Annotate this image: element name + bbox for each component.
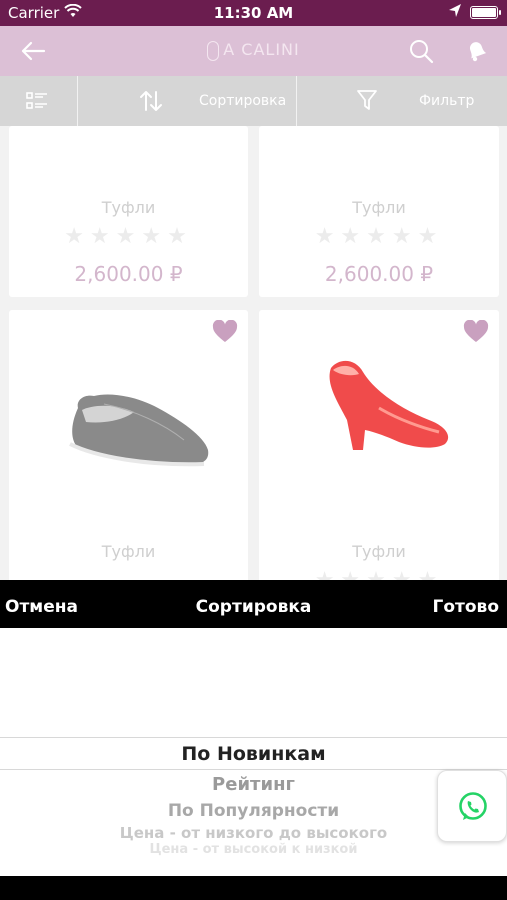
product-name: Туфли [101,542,156,561]
logo-mark-icon [207,40,220,61]
done-button[interactable]: Готово [433,597,499,617]
product-price: 2,600.00 ₽ [74,262,183,286]
picker-option[interactable]: Рейтинг [0,774,507,795]
home-indicator-bar [0,876,507,900]
selection-line-bottom [0,769,507,770]
battery-icon [470,6,501,19]
sort-arrows-icon[interactable] [138,88,164,114]
selection-line-top [0,737,507,738]
product-grid: Туфли ★★★★★ 2,600.00 ₽ Туфли ★★★★★ 2,600… [0,126,507,580]
product-image [319,350,459,474]
product-card[interactable]: Туфли ★★★★★ [259,310,499,580]
location-icon [448,3,462,23]
list-view-icon[interactable] [26,91,48,111]
brand-name: A CALINI [223,40,300,59]
picker-option[interactable]: Цена - от высокой к низкой [0,842,507,857]
product-name: Туфли [352,198,406,217]
sort-filter-toolbar: Сортировка Фильтр [0,76,507,126]
product-name: Туфли [352,542,406,561]
sort-picker-wheel[interactable]: По Новинкам Рейтинг По Популярности Цена… [0,628,507,876]
product-price: 2,600.00 ₽ [324,262,434,286]
rating-stars: ★★★★★ [259,568,499,580]
picker-option[interactable]: По Популярности [0,801,507,821]
product-image [64,370,214,474]
picker-toolbar: Отмена Сортировка Готово [0,580,507,628]
rating-stars: ★★★★★ [314,224,444,249]
whatsapp-chat-button[interactable] [437,770,507,842]
product-card[interactable]: Туфли [9,310,248,580]
toolbar-divider [77,76,78,126]
filter-button[interactable]: Фильтр [419,93,474,109]
product-card[interactable]: Туфли ★★★★★ 2,600.00 ₽ [259,126,499,297]
toolbar-divider [296,76,297,126]
picker-option[interactable]: Цена - от низкого до высокого [0,824,507,842]
sort-button[interactable]: Сортировка [199,93,286,109]
search-icon[interactable] [408,38,434,64]
product-card[interactable]: Туфли ★★★★★ 2,600.00 ₽ [9,126,248,297]
rating-stars: ★★★★★ [64,224,193,249]
picker-option-selected[interactable]: По Новинкам [0,743,507,765]
status-bar: Carrier 11:30 AM [0,0,507,26]
bell-icon[interactable] [464,38,490,64]
heart-icon[interactable] [463,319,489,344]
whatsapp-icon [459,792,487,820]
picker-title: Сортировка [195,597,312,617]
funnel-icon[interactable] [356,88,378,112]
heart-icon[interactable] [212,319,238,344]
status-time: 11:30 AM [213,4,294,22]
product-name: Туфли [101,198,156,217]
nav-bar: A CALINI [0,26,507,76]
